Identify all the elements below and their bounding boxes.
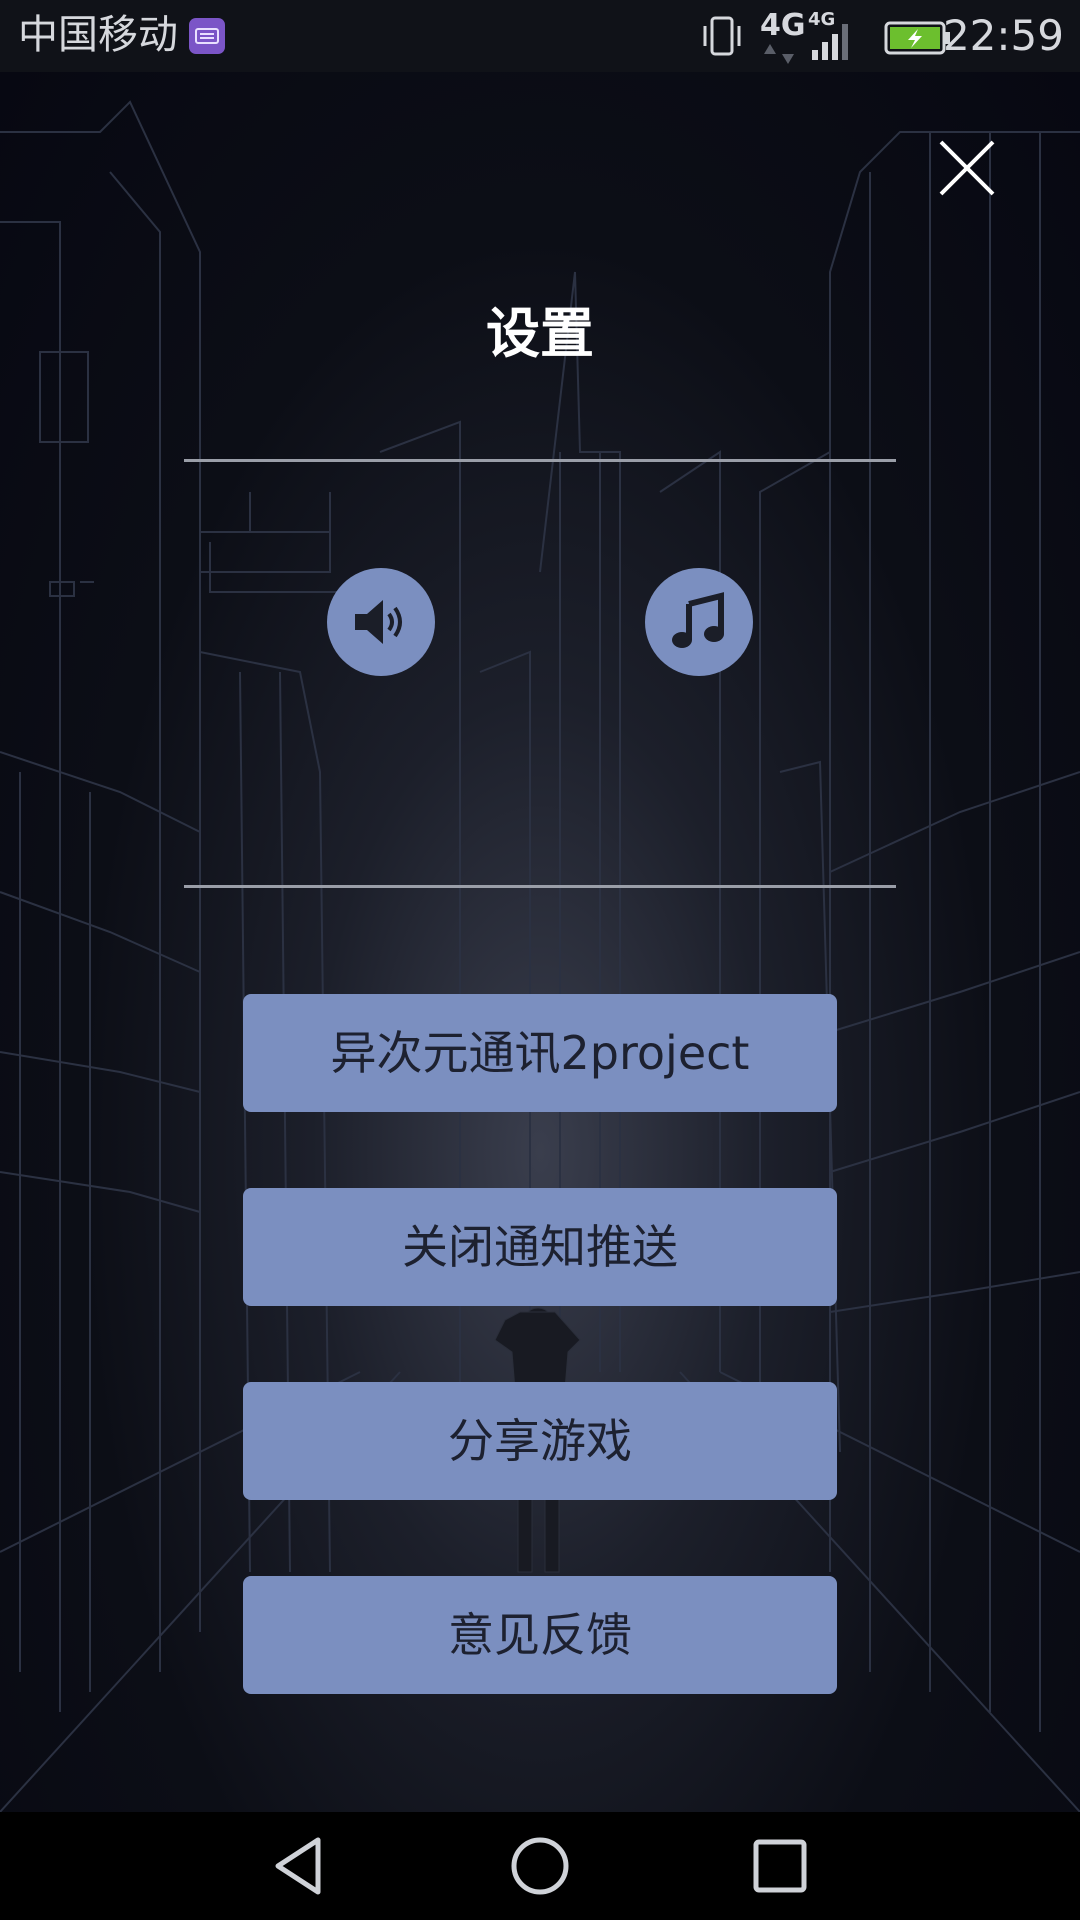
status-bar: 中国移动 4G 4G 22:59: [0, 0, 1080, 72]
page-title: 设置: [486, 302, 594, 365]
close-button[interactable]: [935, 136, 999, 200]
navigation-bar: [0, 1812, 1080, 1920]
sound-toggle-button[interactable]: [327, 568, 435, 676]
clock: 22:59: [942, 11, 1064, 60]
carrier-name: 中国移动: [18, 12, 178, 58]
recent-apps-square-icon: [753, 1839, 807, 1893]
data-transfer-icon: [764, 44, 794, 64]
home-circle-icon: [511, 1837, 569, 1895]
music-toggle-button[interactable]: [645, 568, 753, 676]
feedback-button[interactable]: 意见反馈: [243, 1576, 837, 1694]
vibrate-icon: [703, 16, 741, 56]
share-game-button[interactable]: 分享游戏: [243, 1382, 837, 1500]
divider-bottom: [184, 885, 896, 888]
home-button[interactable]: [506, 1832, 574, 1900]
project-link-button[interactable]: 异次元通讯2project: [243, 994, 837, 1112]
back-button[interactable]: [266, 1832, 334, 1900]
disable-notifications-button[interactable]: 关闭通知推送: [243, 1188, 837, 1306]
divider-top: [184, 459, 896, 462]
signal-icon: [812, 24, 848, 60]
back-triangle-icon: [275, 1837, 321, 1895]
close-icon: [939, 140, 995, 196]
speaker-icon: [355, 600, 402, 644]
network-type-1: 4G: [760, 8, 806, 43]
recent-apps-button[interactable]: [746, 1832, 814, 1900]
keyboard-icon: [189, 18, 225, 54]
battery-charging-icon: [884, 21, 950, 55]
settings-screen: 设置 异次元通讯2project 关闭通知推送 分享游戏 意见反馈: [0, 72, 1080, 1812]
music-note-icon: [672, 592, 724, 648]
